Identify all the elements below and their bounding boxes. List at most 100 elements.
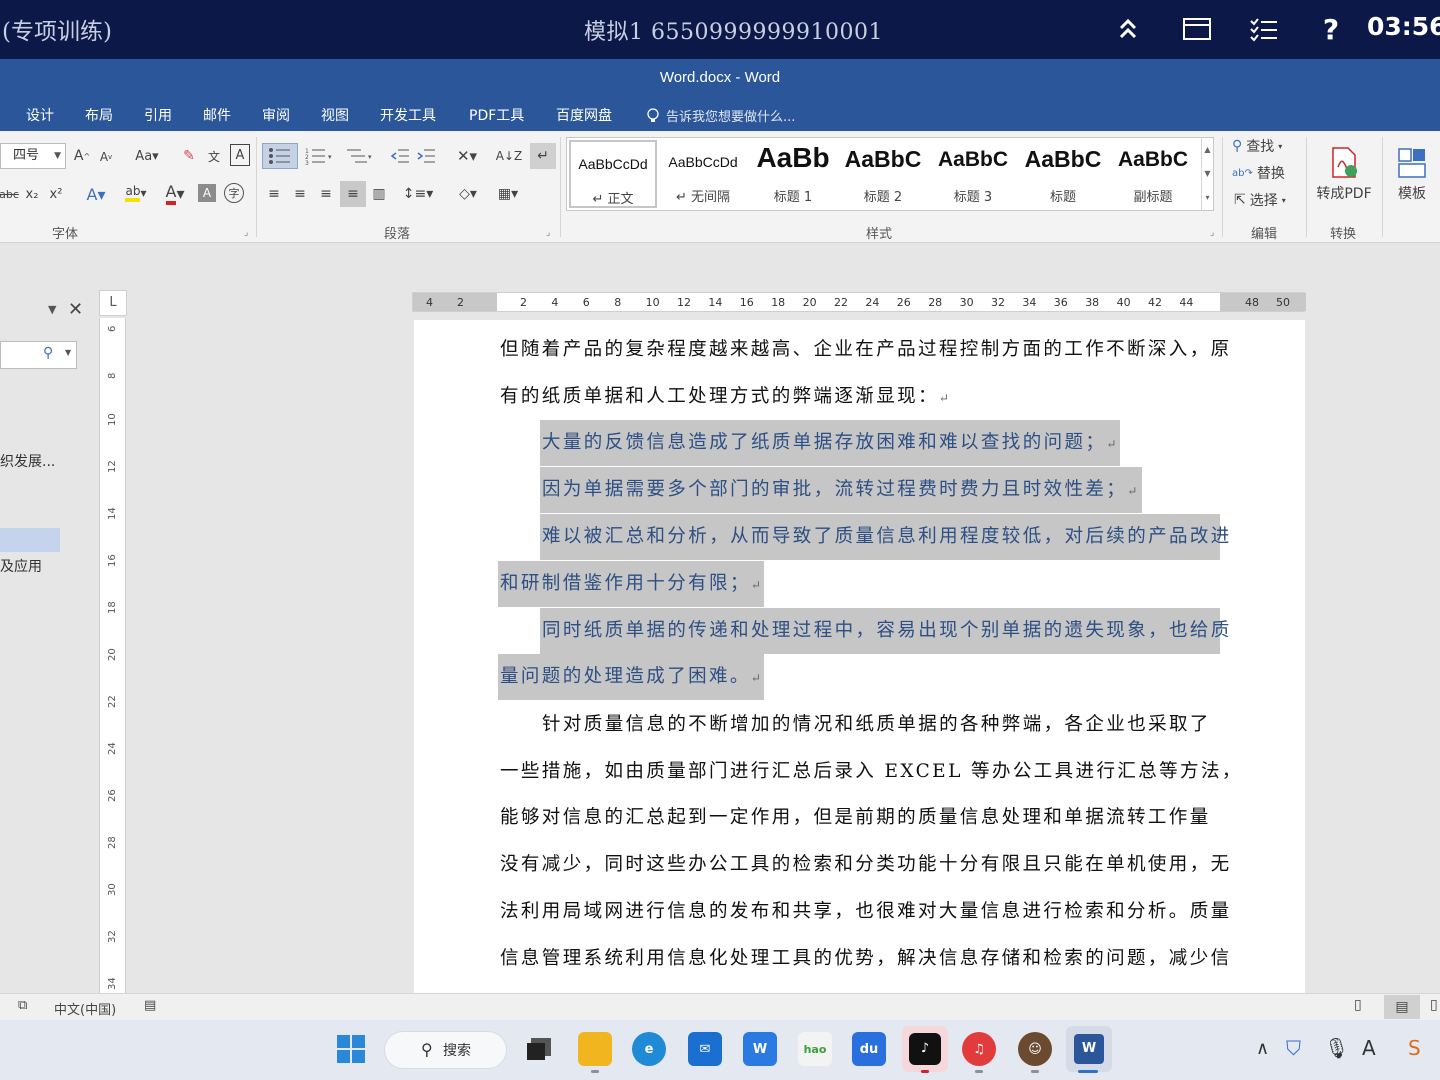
taskbar: ⚲ 搜索 e ✉ W hao du ♪ ♫ ☺ W ∧ ⛉ 🎙 A S xyxy=(0,1020,1440,1080)
pane-options-icon[interactable]: ▼ xyxy=(48,303,56,316)
tiktok-icon[interactable]: ♪ xyxy=(902,1026,948,1072)
gallery-scroll[interactable]: ▲ ▼ ▾ xyxy=(1201,138,1213,210)
nav-heading-item[interactable]: 及应用 xyxy=(0,556,42,576)
font-dialog-launcher-icon[interactable]: ⌟ xyxy=(244,228,248,238)
input-method-icon[interactable]: A xyxy=(1362,1036,1376,1060)
proofing-icon[interactable]: ⧉ xyxy=(18,998,27,1013)
convert-to-pdf-button[interactable]: 转成PDF xyxy=(1312,137,1376,213)
hao123-icon[interactable]: hao xyxy=(798,1032,832,1066)
strikethrough-icon[interactable]: abc xyxy=(0,183,19,205)
tab-layout[interactable]: 布局 xyxy=(85,105,113,125)
shrink-font-icon[interactable]: Av xyxy=(96,147,116,167)
align-left-icon[interactable]: ≡ xyxy=(264,183,284,205)
paragraph-dialog-launcher-icon[interactable]: ⌟ xyxy=(546,228,550,238)
find-button[interactable]: ⚲ 查找 ▾ xyxy=(1232,135,1282,157)
checklist-icon[interactable] xyxy=(1247,12,1281,46)
shading-icon[interactable]: ◇▾ xyxy=(450,183,486,205)
multilevel-list-button[interactable]: ▾ xyxy=(342,143,378,169)
sogou-ime-icon[interactable]: S xyxy=(1408,1036,1421,1060)
ruler-number: 32 xyxy=(991,296,1005,309)
tab-design[interactable]: 设计 xyxy=(26,105,54,125)
mail-icon[interactable]: ✉ xyxy=(688,1032,722,1066)
nav-search-input[interactable]: ⚲ ▼ xyxy=(0,341,77,369)
tab-view[interactable]: 视图 xyxy=(321,105,349,125)
select-button[interactable]: ⇱ 选择 ▾ xyxy=(1234,189,1286,211)
phonetic-guide-icon[interactable]: 文 xyxy=(202,143,226,169)
edge-browser-icon[interactable]: e xyxy=(632,1032,666,1066)
word-app-icon[interactable]: W xyxy=(1066,1026,1112,1072)
print-layout-icon[interactable]: ▤ xyxy=(1384,995,1420,1019)
char-shading-icon[interactable]: A xyxy=(198,184,216,202)
wps-icon[interactable]: W xyxy=(743,1032,777,1066)
microphone-icon[interactable]: 🎙 xyxy=(1324,1036,1349,1060)
language-status[interactable]: 中文(中国) xyxy=(54,999,116,1018)
style-normal[interactable]: AaBbCcDd ↵ 正文 xyxy=(569,140,657,208)
collapse-up-icon[interactable] xyxy=(1111,12,1145,46)
decrease-indent-icon[interactable] xyxy=(388,143,412,169)
char-border-icon[interactable]: A xyxy=(230,144,250,166)
help-icon[interactable]: ? xyxy=(1314,12,1348,46)
style-heading-2[interactable]: AaBbC 标题 2 xyxy=(839,140,927,208)
increase-indent-icon[interactable] xyxy=(414,143,438,169)
clear-format-icon[interactable]: ✎ xyxy=(178,145,200,167)
nav-heading-selected[interactable] xyxy=(0,528,60,552)
read-mode-icon[interactable]: ▯ xyxy=(1354,997,1362,1013)
file-explorer-icon[interactable] xyxy=(578,1032,612,1066)
numbering-button[interactable]: 1 2 3 ▾ xyxy=(302,143,338,169)
style-no-spacing[interactable]: AaBbCcDd ↵ 无间隔 xyxy=(659,140,747,208)
task-view-icon[interactable] xyxy=(522,1032,556,1066)
chevron-up-icon[interactable]: ∧ xyxy=(1256,1038,1269,1059)
subscript-icon[interactable]: x₂ xyxy=(22,183,42,205)
ruler-number: 28 xyxy=(928,296,943,309)
font-color-icon[interactable]: A ▾ xyxy=(158,181,192,205)
grow-font-icon[interactable]: A ^ xyxy=(72,145,92,167)
font-size-combo[interactable]: 四号 ▼ xyxy=(0,143,66,169)
template-button[interactable]: 模板 xyxy=(1390,137,1434,213)
style-title[interactable]: AaBbC 标题 xyxy=(1019,140,1107,208)
close-icon[interactable]: ✕ xyxy=(68,299,83,320)
shield-icon[interactable]: ⛉ xyxy=(1286,1036,1301,1060)
style-subtitle[interactable]: AaBbC 副标题 xyxy=(1109,140,1197,208)
document-page[interactable]: 但随着产品的复杂程度越来越高、企业在产品过程控制方面的工作不断深入，原 有的纸质… xyxy=(414,320,1305,993)
tab-mailings[interactable]: 邮件 xyxy=(203,105,231,125)
tab-references[interactable]: 引用 xyxy=(144,105,172,125)
pdf-file-icon xyxy=(1332,147,1357,178)
baidu-icon[interactable]: du xyxy=(852,1032,886,1066)
style-heading-1[interactable]: AaBb 标题 1 xyxy=(749,140,837,208)
tab-pdf-tools[interactable]: PDF工具 xyxy=(469,105,524,125)
align-right-icon[interactable]: ≡ xyxy=(316,183,336,205)
netease-music-icon[interactable]: ♫ xyxy=(962,1032,996,1066)
tab-developer[interactable]: 开发工具 xyxy=(380,105,436,125)
bullets-button[interactable] xyxy=(262,143,298,169)
styles-dialog-launcher-icon[interactable]: ⌟ xyxy=(1210,228,1214,238)
horizontal-ruler[interactable]: 4 2 2 4 6 8 10 12 14 16 18 20 22 24 26 28 30 32 34 36 38 40 42… xyxy=(412,292,1306,312)
sort-icon[interactable]: A↓Z xyxy=(496,143,522,169)
find-label: 查找 xyxy=(1246,139,1275,155)
borders-icon[interactable]: ▦▾ xyxy=(490,183,526,205)
window-icon[interactable] xyxy=(1180,12,1214,46)
windows-start-icon[interactable] xyxy=(334,1032,368,1066)
running-indicator xyxy=(591,1070,599,1073)
avatar-app-icon[interactable]: ☺ xyxy=(1018,1032,1052,1066)
justify-icon[interactable]: ≡ xyxy=(340,181,366,207)
superscript-icon[interactable]: x² xyxy=(46,183,66,205)
enclose-char-icon[interactable]: 字 xyxy=(224,183,244,203)
text-effects-icon[interactable]: A▾ xyxy=(82,183,110,205)
replace-button[interactable]: ab↷ 替换 xyxy=(1232,162,1285,184)
web-layout-icon[interactable]: ▯ xyxy=(1430,997,1438,1013)
line-spacing-icon[interactable]: ↕≡▾ xyxy=(400,183,436,205)
chinese-layout-icon[interactable]: ✕▾ xyxy=(450,143,484,169)
style-heading-3[interactable]: AaBbC 标题 3 xyxy=(929,140,1017,208)
tab-review[interactable]: 审阅 xyxy=(262,105,290,125)
distribute-icon[interactable]: ▥ xyxy=(368,183,390,205)
align-center-icon[interactable]: ≡ xyxy=(290,183,310,205)
highlight-color-icon[interactable]: ab ▾ xyxy=(118,181,154,205)
change-case-icon[interactable]: Aa▾ xyxy=(130,145,164,167)
nav-heading-item[interactable]: 织发展... xyxy=(0,451,55,471)
tell-me-box[interactable]: 告诉我您想要做什么... xyxy=(646,106,795,125)
show-marks-icon[interactable]: ↵ xyxy=(530,143,556,169)
tab-baidu-netdisk[interactable]: 百度网盘 xyxy=(556,105,612,125)
taskbar-search[interactable]: ⚲ 搜索 xyxy=(384,1031,507,1069)
running-indicator xyxy=(921,1070,929,1073)
macro-record-icon[interactable]: ▤ xyxy=(144,998,156,1013)
